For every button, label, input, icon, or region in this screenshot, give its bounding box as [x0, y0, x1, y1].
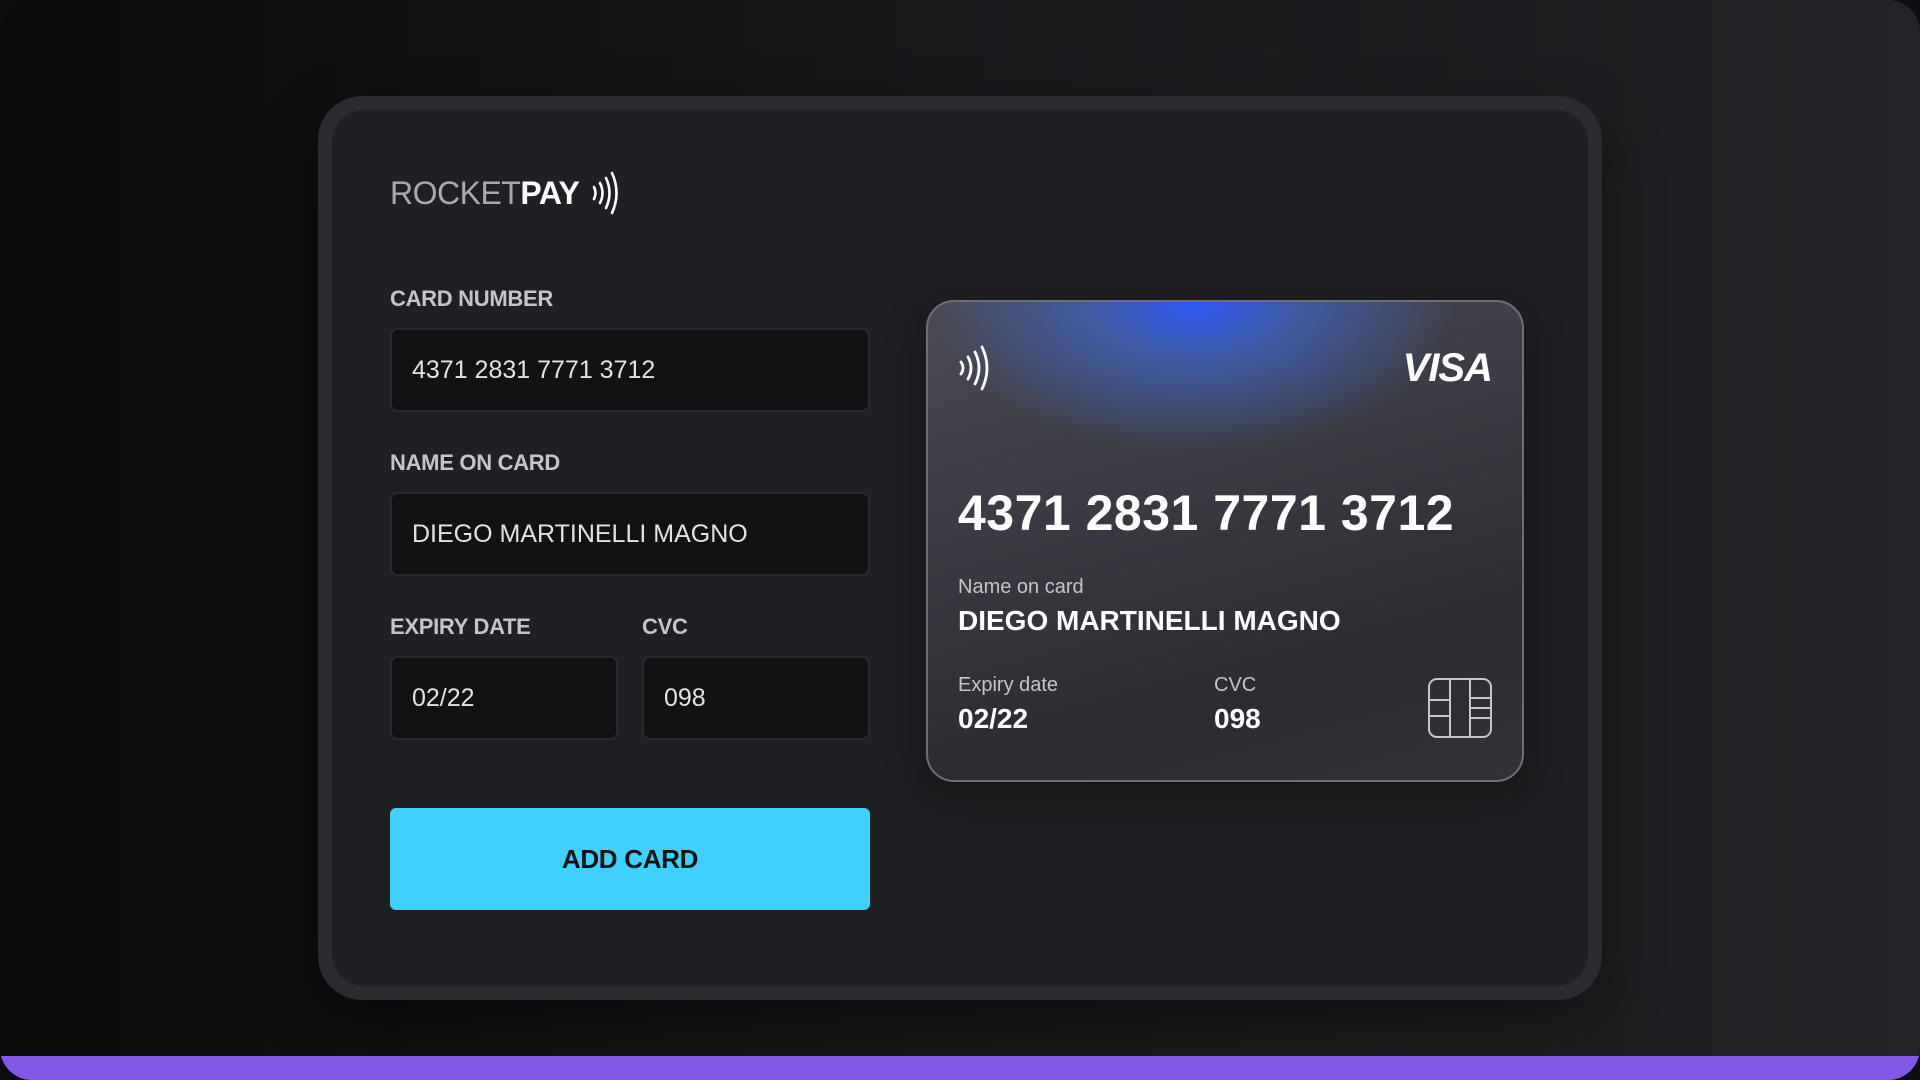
card-form: CARD NUMBER 4371 2831 7771 3712 NAME ON … — [390, 286, 870, 910]
card-preview-expiry-label: Expiry date — [958, 674, 1059, 696]
add-card-button[interactable]: ADD CARD — [390, 808, 870, 910]
card-number-field: CARD NUMBER 4371 2831 7771 3712 — [390, 286, 870, 412]
name-on-card-label: NAME ON CARD — [390, 450, 560, 475]
logo-text-light: ROCKET — [390, 174, 521, 211]
cvc-label: CVC — [642, 614, 688, 639]
card-preview-expiry: 02/22 — [958, 703, 1029, 734]
expiry-cvc-row: EXPIRY DATE 02/22 CVC 098 — [390, 614, 870, 778]
card-preview-cvc-block: CVC 098 — [1214, 674, 1261, 735]
card-number-input[interactable]: 4371 2831 7771 3712 — [390, 328, 870, 412]
name-on-card-field: NAME ON CARD DIEGO MARTINELLI MAGNO — [390, 450, 870, 576]
card-preview-cvc-label: CVC — [1214, 674, 1257, 696]
card-preview-name-block: Name on card DIEGO MARTINELLI MAGNO — [958, 576, 1341, 637]
app-screen: ROCKET PAY CARD NUMBER 4371 2831 7771 371… — [0, 0, 1920, 1080]
expiry-date-input[interactable]: 02/22 — [390, 656, 618, 740]
card-preview-cvc: 098 — [1214, 703, 1261, 734]
payment-frame: ROCKET PAY CARD NUMBER 4371 2831 7771 371… — [318, 96, 1602, 1000]
logo-text-bold: PAY — [520, 174, 580, 211]
card-number-label: CARD NUMBER — [390, 286, 553, 311]
expiry-date-label: EXPIRY DATE — [390, 614, 531, 639]
expiry-date-field: EXPIRY DATE 02/22 — [390, 614, 618, 740]
name-on-card-input[interactable]: DIEGO MARTINELLI MAGNO — [390, 492, 870, 576]
chip-icon — [1428, 678, 1492, 738]
card-preview-expiry-block: Expiry date 02/22 — [958, 674, 1058, 735]
visa-logo: VISA — [1402, 346, 1493, 390]
payment-panel: ROCKET PAY CARD NUMBER 4371 2831 7771 371… — [332, 110, 1588, 986]
contactless-icon — [959, 345, 989, 391]
card-preview: VISA 4371 2831 7771 3712 Name on card DI… — [926, 300, 1524, 782]
card-preview-number: 4371 2831 7771 3712 — [958, 485, 1455, 541]
rocketpay-logo: ROCKET PAY — [390, 168, 621, 218]
contactless-icon — [593, 171, 619, 215]
bottom-accent-bar — [0, 1056, 1920, 1080]
card-preview-name: DIEGO MARTINELLI MAGNO — [958, 605, 1341, 636]
cvc-field: CVC 098 — [642, 614, 870, 740]
card-preview-name-label: Name on card — [958, 576, 1084, 598]
cvc-input[interactable]: 098 — [642, 656, 870, 740]
